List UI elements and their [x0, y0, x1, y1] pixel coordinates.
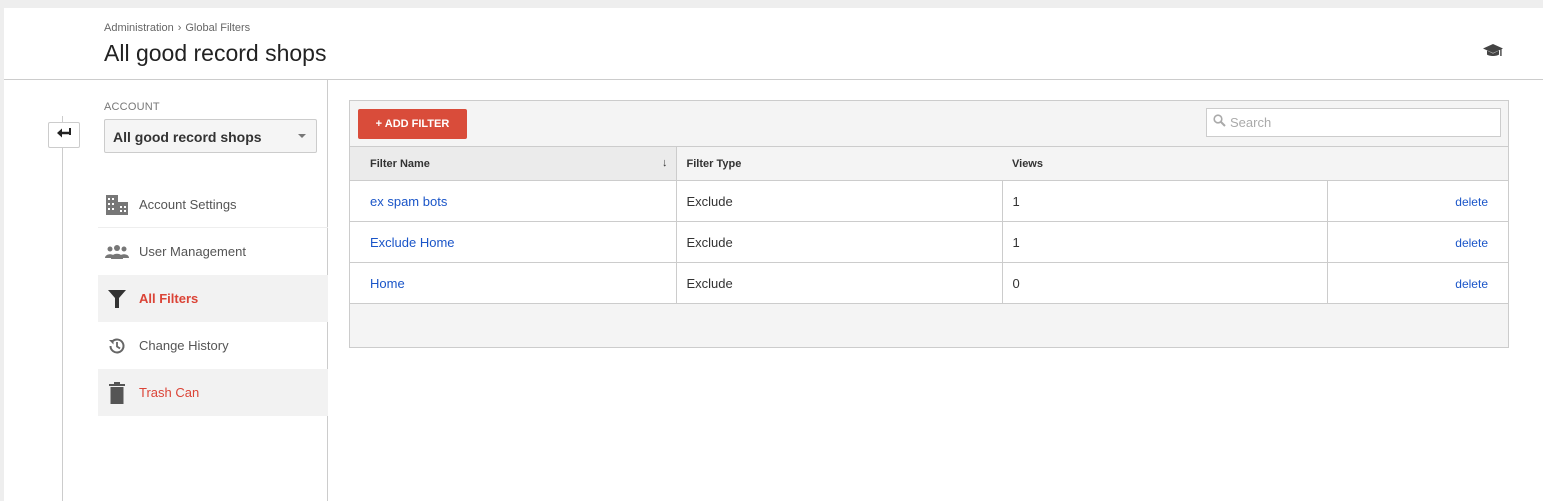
- sidebar: ACCOUNT All good record shops Account Se…: [98, 80, 328, 501]
- navigation-rail: [62, 116, 63, 501]
- table-row: Home Exclude 0 delete: [350, 262, 1508, 304]
- sort-descending-icon: ↓: [662, 157, 668, 169]
- account-label: ACCOUNT: [104, 101, 160, 113]
- filter-name-link[interactable]: ex spam bots: [370, 194, 447, 209]
- column-header-filter-name[interactable]: Filter Name ↓: [350, 146, 677, 181]
- page: Administration › Global Filters All good r…: [4, 8, 1543, 501]
- users-icon: [105, 240, 129, 264]
- column-header-label: Views: [1012, 157, 1043, 170]
- account-select[interactable]: All good record shops: [104, 119, 317, 153]
- action-cell: delete: [1327, 221, 1508, 263]
- sidebar-item-label: Trash Can: [139, 385, 200, 400]
- filters-table: Filter Name ↓ Filter Type Views ex spam b…: [350, 146, 1508, 304]
- breadcrumb-administration[interactable]: Administration: [104, 22, 174, 34]
- add-filter-button[interactable]: + ADD FILTER: [358, 109, 467, 139]
- filter-name-cell: Home: [350, 262, 677, 304]
- column-header-actions: [1327, 146, 1508, 181]
- filter-icon: [105, 287, 129, 311]
- table-row: Exclude Home Exclude 1 delete: [350, 221, 1508, 263]
- sidebar-item-account-settings[interactable]: Account Settings: [98, 181, 328, 228]
- search-box[interactable]: [1206, 108, 1501, 137]
- history-icon: [105, 334, 129, 358]
- breadcrumb-separator: ›: [177, 22, 182, 34]
- filter-name-link[interactable]: Home: [370, 276, 405, 291]
- column-header-label: Filter Type: [686, 157, 742, 170]
- building-icon: [105, 193, 129, 217]
- page-title: All good record shops: [104, 40, 327, 66]
- filters-panel: + ADD FILTER Filter Name ↓ Filter Type Vi…: [349, 100, 1509, 348]
- sidebar-item-change-history[interactable]: Change History: [98, 322, 328, 369]
- views-cell: 1: [1002, 180, 1328, 222]
- table-header-row: Filter Name ↓ Filter Type Views: [350, 146, 1508, 181]
- views-cell: 1: [1002, 221, 1328, 263]
- action-cell: delete: [1327, 180, 1508, 222]
- filter-name-link[interactable]: Exclude Home: [370, 235, 455, 250]
- breadcrumb: Administration › Global Filters: [104, 22, 250, 34]
- column-header-label: Filter Name: [370, 157, 430, 170]
- delete-link[interactable]: delete: [1455, 236, 1488, 250]
- sidebar-item-label: User Management: [139, 244, 246, 259]
- delete-link[interactable]: delete: [1455, 195, 1488, 209]
- back-button[interactable]: [48, 122, 80, 148]
- sidebar-item-label: Change History: [139, 338, 229, 353]
- sidebar-item-label: All Filters: [139, 291, 199, 306]
- account-select-value: All good record shops: [113, 129, 262, 145]
- column-header-views[interactable]: Views: [1002, 146, 1327, 181]
- breadcrumb-global-filters: Global Filters: [185, 22, 251, 34]
- filter-type-cell: Exclude: [676, 221, 1003, 263]
- delete-link[interactable]: delete: [1455, 277, 1488, 291]
- search-icon: [1213, 113, 1226, 132]
- sidebar-item-trash-can[interactable]: Trash Can: [98, 369, 328, 416]
- chevron-down-icon: [298, 134, 306, 138]
- views-cell: 0: [1002, 262, 1328, 304]
- filter-type-cell: Exclude: [676, 180, 1003, 222]
- graduation-cap-icon[interactable]: [1482, 42, 1504, 60]
- filter-type-cell: Exclude: [676, 262, 1003, 304]
- back-arrow-icon: [56, 126, 72, 144]
- sidebar-item-all-filters[interactable]: All Filters: [98, 275, 328, 322]
- table-row: ex spam bots Exclude 1 delete: [350, 180, 1508, 222]
- column-header-filter-type[interactable]: Filter Type: [676, 146, 1002, 181]
- header: Administration › Global Filters All good r…: [4, 8, 1543, 80]
- action-cell: delete: [1327, 262, 1508, 304]
- sidebar-item-user-management[interactable]: User Management: [98, 228, 328, 275]
- filter-name-cell: ex spam bots: [350, 180, 677, 222]
- search-input[interactable]: [1230, 115, 1490, 130]
- trash-icon: [105, 381, 129, 405]
- sidebar-item-label: Account Settings: [139, 197, 237, 212]
- filter-name-cell: Exclude Home: [350, 221, 677, 263]
- selected-indicator: [233, 283, 241, 299]
